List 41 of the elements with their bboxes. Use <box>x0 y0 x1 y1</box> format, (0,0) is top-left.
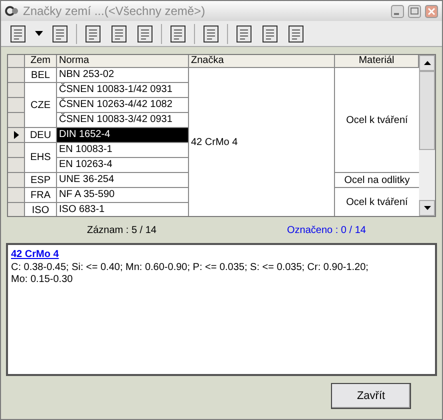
caret-icon[interactable] <box>35 31 43 36</box>
table-cell[interactable]: EN 10083-1 <box>57 143 189 158</box>
up-arrow-icon[interactable] <box>424 61 430 65</box>
composition-text: C: 0.38-0.45; Si: <= 0.40; Mn: 0.60-0.90; P: <= 0.035; S: <= 0.035; Cr: 0.90-1.20; Mo: 0.15-0.30 <box>11 262 370 286</box>
record-counter: Záznam : 5 / 14 <box>87 224 158 238</box>
column-header[interactable]: Zem <box>25 55 57 68</box>
app-icon <box>5 4 19 18</box>
table-cell: Ocel na odlitky <box>335 173 419 188</box>
table-cell: FRA <box>25 188 57 203</box>
table-cell[interactable]: DIN 1652-4 <box>57 128 189 143</box>
marked-counter: Označeno : 0 / 14 <box>287 224 366 238</box>
table-cell: EHS <box>25 143 57 173</box>
detail-title-link[interactable]: 42 CrMo 4 <box>11 247 432 262</box>
column-header[interactable]: Norma <box>57 55 189 68</box>
table-cell[interactable]: ČSNEN 10083-3/42 0931 <box>57 113 189 128</box>
table-cell: 42 CrMo 4 <box>189 68 335 216</box>
table-cell: BEL <box>25 68 57 83</box>
table-cell[interactable]: ČSNEN 10263-4/42 1082 <box>57 98 189 113</box>
close-icon[interactable] <box>425 4 438 18</box>
column-header[interactable]: Materiál <box>335 55 419 68</box>
table-cell[interactable]: UNE 36-254 <box>57 173 189 188</box>
minimize-icon[interactable] <box>391 4 404 18</box>
vertical-scrollbar[interactable] <box>419 55 435 216</box>
table-cell: DEU <box>25 128 57 143</box>
table-cell[interactable]: NF A 35-590 <box>57 188 189 203</box>
table-cell: ESP <box>25 173 57 188</box>
maximize-icon[interactable] <box>408 4 421 18</box>
table-cell[interactable]: NBN 253-02 <box>57 68 189 83</box>
table-cell[interactable]: ČSNEN 10083-1/42 0931 <box>57 83 189 98</box>
row-indicator[interactable] <box>8 128 25 143</box>
table-cell[interactable]: EN 10263-4 <box>57 158 189 173</box>
corner-header <box>8 55 25 68</box>
table-cell: CZE <box>25 83 57 128</box>
column-header[interactable]: Značka <box>189 55 335 68</box>
down-arrow-icon[interactable] <box>424 206 430 210</box>
table-cell: Ocel k tváření <box>335 188 419 216</box>
window-title: Značky zemí ...(<Všechny země>) <box>23 3 206 20</box>
close-button[interactable]: Zavřít <box>331 383 411 409</box>
table-cell: Ocel k tváření <box>335 68 419 173</box>
table-cell: ISO <box>25 203 57 216</box>
table-cell[interactable]: ISO 683-1 <box>57 203 189 216</box>
